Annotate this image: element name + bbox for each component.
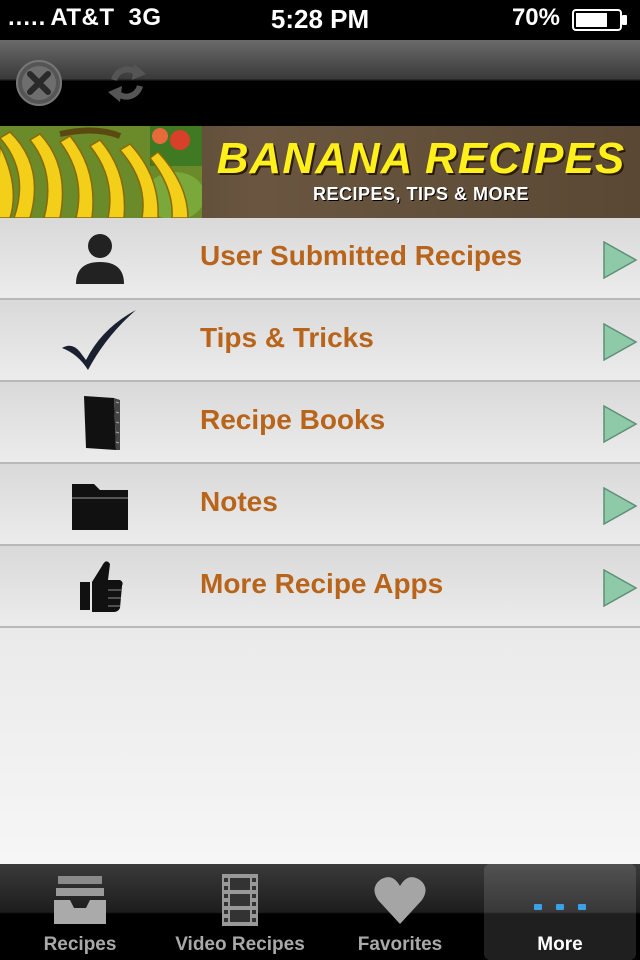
chevron-right-icon bbox=[603, 486, 638, 526]
tab-label: Recipes bbox=[43, 934, 117, 955]
user-icon bbox=[76, 234, 124, 284]
menu-item-notes[interactable]: Notes bbox=[0, 464, 640, 546]
menu-list: User Submitted Recipes Tips & Tricks Rec… bbox=[0, 218, 640, 864]
checkmark-icon bbox=[62, 310, 136, 370]
chevron-right-icon bbox=[603, 240, 638, 280]
tab-label: Favorites bbox=[357, 934, 443, 955]
banner-title: BANANA RECIPES bbox=[216, 134, 626, 183]
menu-item-recipe-books[interactable]: Recipe Books bbox=[0, 382, 640, 464]
tab-label: More bbox=[537, 934, 583, 955]
tab-video-recipes[interactable]: Video Recipes bbox=[160, 864, 320, 960]
battery-percent: 70% bbox=[511, 4, 560, 31]
screen: ..... AT&T 3G 5:28 PM 70% BANANA RECIPES… bbox=[0, 0, 640, 960]
more-dots-icon bbox=[534, 904, 586, 910]
menu-item-user-submitted-recipes[interactable]: User Submitted Recipes bbox=[0, 218, 640, 300]
tab-more[interactable]: More bbox=[484, 864, 636, 960]
book-icon bbox=[84, 396, 120, 450]
chevron-right-icon bbox=[603, 322, 638, 362]
tab-bar: Recipes Video Recipes Favorites More bbox=[0, 864, 640, 960]
battery-icon bbox=[572, 9, 627, 31]
heart-icon bbox=[374, 877, 426, 924]
inbox-tray-icon bbox=[54, 876, 106, 924]
app-banner: BANANA RECIPES RECIPES, TIPS & MORE bbox=[0, 126, 640, 218]
menu-item-label: Notes bbox=[200, 486, 278, 517]
banner-subtitle: RECIPES, TIPS & MORE bbox=[312, 184, 530, 204]
film-strip-icon bbox=[222, 874, 258, 926]
refresh-icon[interactable] bbox=[102, 58, 152, 108]
tab-label: Video Recipes bbox=[175, 934, 305, 955]
thumbs-up-icon bbox=[80, 561, 123, 612]
status-bar: ..... AT&T 3G 5:28 PM 70% bbox=[0, 0, 640, 40]
chevron-right-icon bbox=[603, 404, 638, 444]
menu-item-label: More Recipe Apps bbox=[200, 568, 444, 599]
tab-recipes[interactable]: Recipes bbox=[0, 864, 160, 960]
banana-photo bbox=[0, 126, 202, 218]
tab-favorites[interactable]: Favorites bbox=[320, 864, 480, 960]
close-icon[interactable] bbox=[14, 58, 64, 108]
chevron-right-icon bbox=[603, 568, 638, 608]
menu-item-more-recipe-apps[interactable]: More Recipe Apps bbox=[0, 546, 640, 628]
menu-item-tips-tricks[interactable]: Tips & Tricks bbox=[0, 300, 640, 382]
menu-item-label: Recipe Books bbox=[200, 404, 386, 435]
toolbar bbox=[0, 40, 640, 126]
folder-icon bbox=[72, 484, 128, 530]
list-empty-area bbox=[0, 628, 640, 864]
menu-item-label: Tips & Tricks bbox=[200, 322, 374, 353]
menu-item-label: User Submitted Recipes bbox=[200, 240, 523, 271]
